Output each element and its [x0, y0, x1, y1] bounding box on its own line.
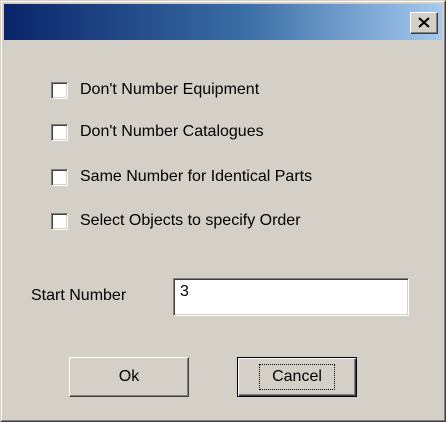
- same-number-identical-parts-checkbox[interactable]: [51, 168, 68, 186]
- title-bar[interactable]: [4, 4, 442, 40]
- dont-number-equipment-label: Don't Number Equipment: [80, 81, 260, 98]
- option-dont-number-catalogues[interactable]: Don't Number Catalogues: [51, 121, 264, 143]
- dont-number-catalogues-label: Don't Number Catalogues: [80, 123, 264, 140]
- option-select-objects-order[interactable]: Select Objects to specify Order: [51, 210, 301, 232]
- close-x-icon: [418, 17, 430, 28]
- same-number-identical-parts-label: Same Number for Identical Parts: [80, 168, 313, 185]
- cancel-button-label: Cancel: [259, 364, 335, 390]
- select-objects-order-label: Select Objects to specify Order: [80, 212, 301, 229]
- dont-number-equipment-checkbox[interactable]: [51, 81, 68, 99]
- cancel-button[interactable]: Cancel: [237, 357, 357, 397]
- option-same-number-identical-parts[interactable]: Same Number for Identical Parts: [51, 166, 312, 188]
- start-number-input[interactable]: [173, 278, 409, 316]
- select-objects-order-checkbox[interactable]: [51, 212, 68, 230]
- close-button[interactable]: [410, 12, 438, 34]
- dont-number-catalogues-checkbox[interactable]: [51, 123, 68, 141]
- option-dont-number-equipment[interactable]: Don't Number Equipment: [51, 79, 259, 101]
- start-number-label: Start Number: [31, 287, 127, 304]
- ok-button[interactable]: Ok: [69, 357, 189, 397]
- numbering-dialog: Don't Number Equipment Don't Number Cata…: [0, 0, 446, 422]
